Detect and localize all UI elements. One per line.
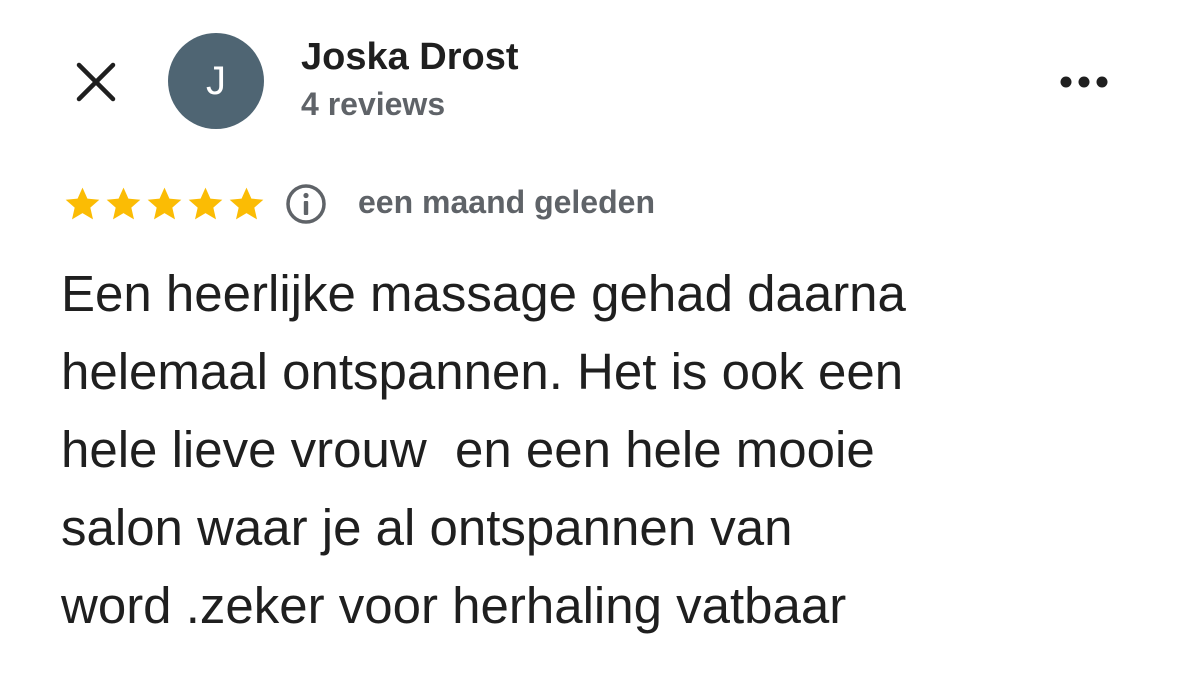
close-button[interactable] <box>68 54 124 110</box>
star-icon <box>188 187 223 220</box>
close-icon <box>76 62 116 102</box>
more-horizontal-icon <box>1060 76 1108 88</box>
info-icon[interactable] <box>284 182 328 226</box>
review-text: Een heerlijke massage gehad daarna helem… <box>61 265 906 634</box>
review-date: een maand geleden <box>358 184 655 220</box>
review-count: 4 reviews <box>301 86 446 122</box>
star-icon <box>106 187 141 220</box>
star-icon <box>147 187 182 220</box>
reviewer-name[interactable]: Joska Drost <box>301 36 519 79</box>
avatar[interactable]: J <box>168 33 264 129</box>
more-options-button[interactable] <box>1052 60 1116 104</box>
star-rating <box>62 184 267 224</box>
star-icon <box>229 187 264 220</box>
star-icon <box>65 187 100 220</box>
avatar-initial: J <box>206 58 226 103</box>
